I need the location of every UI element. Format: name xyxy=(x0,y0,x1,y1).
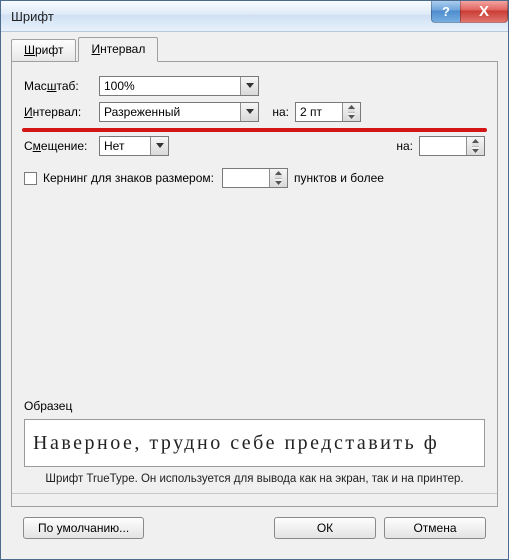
sample-text: Наверное, трудно себе представить ф xyxy=(33,432,439,455)
label-kerning: Кернинг для знаков размером: xyxy=(43,171,214,185)
sample-description: Шрифт TrueType. Он используется для выво… xyxy=(24,467,485,491)
spinner-kerning-size[interactable] xyxy=(222,168,288,188)
help-icon: ? xyxy=(442,4,450,19)
spinner-up-icon[interactable] xyxy=(472,137,479,147)
label-sample: Образец xyxy=(24,399,485,413)
font-dialog: Шрифт ? X Шрифт Интервал Масшта xyxy=(0,0,509,560)
spinner-up-icon[interactable] xyxy=(275,169,282,179)
label-spacing-by: на: xyxy=(259,105,289,119)
row-spacing: Интервал: Разреженный на: xyxy=(24,102,485,122)
label-kerning-suffix: пунктов и более xyxy=(294,171,384,185)
row-scale: Масштаб: 100% xyxy=(24,76,485,96)
chevron-down-icon xyxy=(240,103,258,121)
combo-scale[interactable]: 100% xyxy=(99,76,259,96)
checkbox-kerning[interactable] xyxy=(24,172,37,185)
combo-scale-value: 100% xyxy=(100,79,240,93)
combo-spacing[interactable]: Разреженный xyxy=(99,102,259,122)
titlebar: Шрифт ? X xyxy=(1,1,508,32)
sample-preview: Наверное, трудно себе представить ф xyxy=(24,419,485,467)
help-button[interactable]: ? xyxy=(431,1,461,23)
default-button[interactable]: По умолчанию... xyxy=(23,517,144,539)
ok-button[interactable]: ОК xyxy=(274,517,376,539)
chevron-down-icon xyxy=(150,137,168,155)
tab-interval[interactable]: Интервал xyxy=(78,37,158,62)
input-kerning-size[interactable] xyxy=(223,169,269,187)
button-bar: По умолчанию... ОК Отмена xyxy=(11,507,498,549)
dialog-body: Шрифт Интервал Масштаб: 100% xyxy=(1,32,508,559)
spinner-buttons xyxy=(269,169,287,187)
cancel-button[interactable]: Отмена xyxy=(384,517,486,539)
spinner-spacing-by[interactable] xyxy=(295,102,361,122)
input-position-by[interactable] xyxy=(420,137,466,155)
spinner-buttons xyxy=(342,103,360,121)
annotation-red-underline xyxy=(22,128,487,132)
chevron-down-icon xyxy=(240,77,258,95)
combo-position-value: Нет xyxy=(100,139,150,153)
window-title: Шрифт xyxy=(11,9,54,24)
divider xyxy=(12,493,497,494)
row-position: Смещение: Нет на: xyxy=(24,136,485,156)
label-position: Смещение: xyxy=(24,139,99,153)
spinner-down-icon[interactable] xyxy=(348,113,355,122)
combo-spacing-value: Разреженный xyxy=(100,105,240,119)
spinner-down-icon[interactable] xyxy=(472,147,479,156)
tab-strip: Шрифт Интервал xyxy=(11,38,498,62)
spinner-up-icon[interactable] xyxy=(348,103,355,113)
spinner-position-by[interactable] xyxy=(419,136,485,156)
row-kerning: Кернинг для знаков размером: пунктов и б… xyxy=(24,168,485,188)
combo-position[interactable]: Нет xyxy=(99,136,169,156)
tab-font[interactable]: Шрифт xyxy=(11,39,76,62)
label-position-by: на: xyxy=(396,139,413,153)
spinner-buttons xyxy=(466,137,484,155)
window-controls: ? X xyxy=(432,1,508,23)
label-spacing: Интервал: xyxy=(24,105,99,119)
input-spacing-by[interactable] xyxy=(296,103,342,121)
label-scale: Масштаб: xyxy=(24,79,99,93)
close-icon: X xyxy=(479,3,489,20)
tab-content-interval: Масштаб: 100% Интервал: Разреженный xyxy=(11,61,498,507)
close-button[interactable]: X xyxy=(460,1,508,23)
spinner-down-icon[interactable] xyxy=(275,179,282,188)
